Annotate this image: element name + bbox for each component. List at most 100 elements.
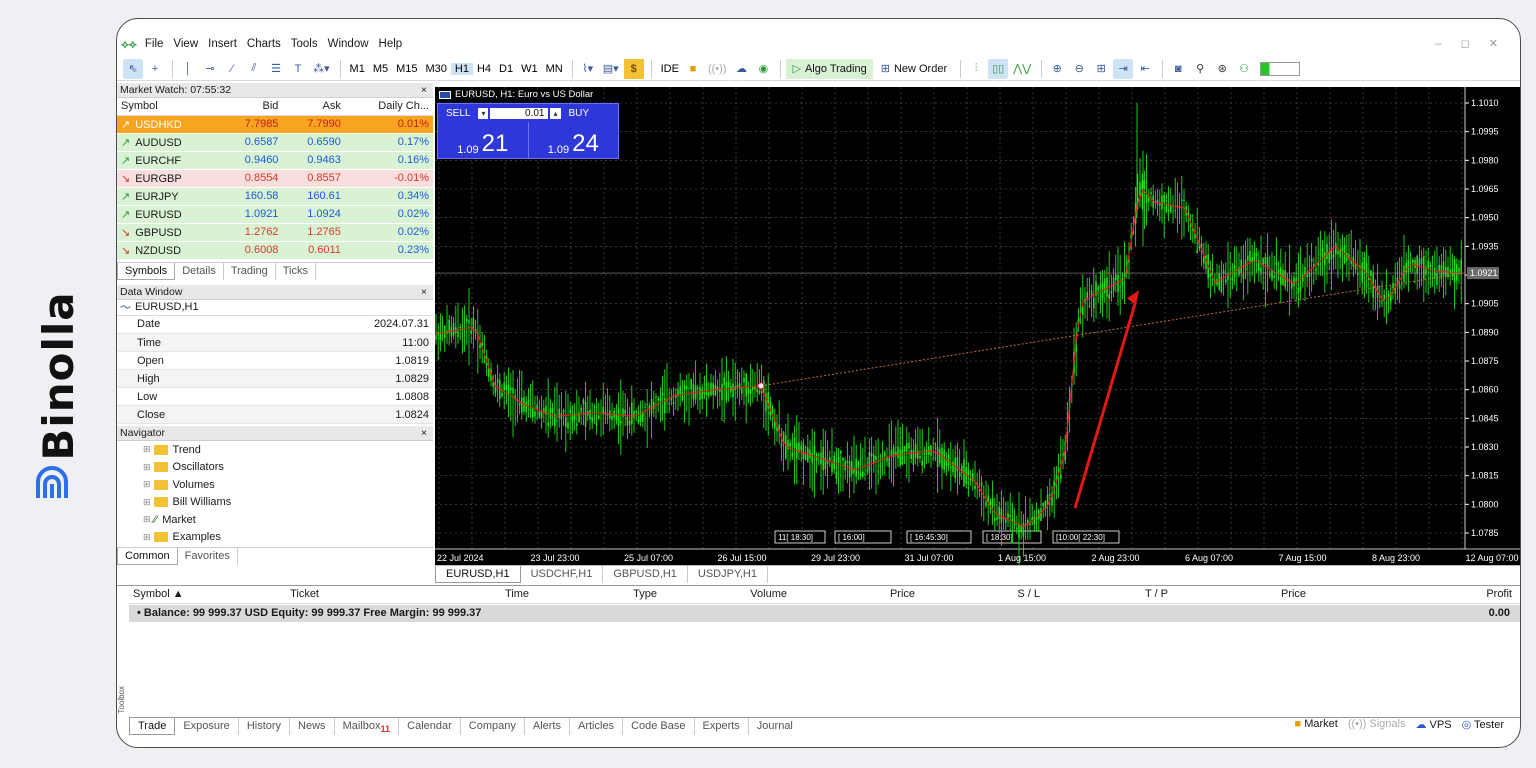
- bar-chart-icon[interactable]: ⫶: [966, 59, 986, 79]
- tab-trading[interactable]: Trading: [224, 262, 276, 280]
- cursor-icon[interactable]: ⇖: [123, 58, 143, 79]
- screenshot-icon[interactable]: ◙: [1168, 59, 1188, 79]
- tab-experts[interactable]: Experts: [695, 718, 749, 735]
- col-symbol[interactable]: Symbol ▲: [129, 588, 199, 603]
- trend-line-icon[interactable]: ⁄: [222, 59, 242, 79]
- status-vps[interactable]: ☁ VPS: [1415, 718, 1451, 731]
- timeframe-w1[interactable]: W1: [517, 63, 542, 75]
- col-daily-change[interactable]: Daily Ch...: [344, 98, 433, 116]
- buy-button[interactable]: BUY: [561, 108, 598, 119]
- expand-icon[interactable]: ⊞: [143, 479, 151, 490]
- menu-charts[interactable]: Charts: [247, 38, 281, 50]
- sell-button[interactable]: SELL: [438, 108, 478, 119]
- navigator-item[interactable]: ⊞ Bill Williams: [117, 494, 433, 512]
- navigator-item[interactable]: ⊞ Examples: [117, 529, 433, 547]
- status-signals[interactable]: ((•)) Signals: [1348, 718, 1406, 731]
- col-symbol[interactable]: Symbol: [117, 98, 220, 116]
- col-price-current[interactable]: Price: [1176, 588, 1314, 603]
- ide-button[interactable]: IDE: [657, 63, 683, 75]
- close-icon[interactable]: ×: [421, 426, 427, 441]
- menu-help[interactable]: Help: [379, 38, 403, 50]
- account-icon[interactable]: ⊛: [1212, 59, 1232, 79]
- navigator-item[interactable]: ⊞ Trend: [117, 441, 433, 459]
- connection-icon[interactable]: ⚇: [1234, 59, 1254, 79]
- navigator-item[interactable]: ⊞ ⁄⁄ Market: [117, 511, 433, 529]
- tab-favorites[interactable]: Favorites: [178, 548, 238, 565]
- menu-tools[interactable]: Tools: [291, 38, 318, 50]
- market-watch-row[interactable]: ↘ EURGBP 0.8554 0.8557 -0.01%: [117, 169, 433, 188]
- autoscroll-icon[interactable]: ⇥: [1113, 58, 1134, 79]
- col-profit[interactable]: Profit: [1314, 588, 1520, 603]
- status-tester[interactable]: ◎ Tester: [1462, 718, 1504, 731]
- expand-icon[interactable]: ⊞: [143, 462, 151, 473]
- lot-input[interactable]: 0.01: [490, 107, 549, 119]
- tab-alerts[interactable]: Alerts: [525, 718, 570, 735]
- col-volume[interactable]: Volume: [665, 588, 795, 603]
- tab-company[interactable]: Company: [461, 718, 525, 735]
- navigator-item[interactable]: ⊞ Oscillators: [117, 459, 433, 477]
- market-watch-row[interactable]: ↗ USDHKD 7.7985 7.7990 0.01%: [117, 115, 433, 134]
- col-bid[interactable]: Bid: [219, 98, 283, 116]
- line-chart-icon[interactable]: ⋀⋁: [1010, 59, 1034, 79]
- tab-common[interactable]: Common: [117, 548, 178, 565]
- dollar-icon[interactable]: $: [623, 58, 644, 79]
- col-price[interactable]: Price: [795, 588, 923, 603]
- window-controls[interactable]: – ◻ ✕: [1435, 37, 1506, 50]
- tab-trade[interactable]: Trade: [129, 718, 176, 735]
- tile-windows-icon[interactable]: ⊞: [1091, 59, 1111, 79]
- menu-view[interactable]: View: [173, 38, 198, 50]
- market-watch-row[interactable]: ↗ AUDUSD 0.6587 0.6590 0.17%: [117, 133, 433, 152]
- algo-trading-button[interactable]: ▷ Algo Trading: [786, 58, 873, 79]
- channel-icon[interactable]: ⫽: [244, 59, 264, 79]
- signals-icon[interactable]: ((•)): [705, 59, 730, 79]
- col-tp[interactable]: T / P: [1048, 588, 1176, 603]
- tab-history[interactable]: History: [239, 718, 291, 735]
- tab-calendar[interactable]: Calendar: [399, 718, 461, 735]
- tab-symbols[interactable]: Symbols: [117, 262, 176, 280]
- tab-articles[interactable]: Articles: [570, 718, 624, 735]
- timeframe-mn[interactable]: MN: [542, 63, 567, 75]
- market-watch-row[interactable]: ↗ EURJPY 160.58 160.61 0.34%: [117, 187, 433, 206]
- menu-window[interactable]: Window: [328, 38, 369, 50]
- horizontal-line-icon[interactable]: ⊸: [200, 59, 220, 79]
- close-icon[interactable]: ×: [421, 83, 427, 98]
- chart-tab-eurusd[interactable]: EURUSD,H1: [435, 566, 521, 583]
- tab-ticks[interactable]: Ticks: [276, 262, 316, 280]
- zoom-in-icon[interactable]: ⊕: [1047, 59, 1067, 79]
- timeframe-m30[interactable]: M30: [422, 63, 451, 75]
- zoom-out-icon[interactable]: ⊖: [1069, 59, 1089, 79]
- sell-price-button[interactable]: 1.09 21: [438, 122, 529, 158]
- vertical-line-icon[interactable]: │: [178, 59, 198, 79]
- cloud-icon[interactable]: ☁: [731, 59, 751, 79]
- chart-shift-icon[interactable]: ⇤: [1135, 59, 1155, 79]
- market-watch-row[interactable]: ↘ GBPUSD 1.2762 1.2765 0.02%: [117, 223, 433, 242]
- expand-icon[interactable]: ⊞: [143, 532, 151, 543]
- close-icon[interactable]: ×: [421, 285, 427, 300]
- fibonacci-icon[interactable]: ☰: [266, 59, 286, 79]
- col-sl[interactable]: S / L: [923, 588, 1048, 603]
- timeframe-m1[interactable]: M1: [346, 63, 369, 75]
- timeframe-m15[interactable]: M15: [392, 63, 421, 75]
- expand-icon[interactable]: ⊞: [143, 497, 151, 508]
- status-market[interactable]: ■ Market: [1294, 718, 1337, 731]
- navigator-item[interactable]: ⊞ Volumes: [117, 476, 433, 494]
- chart-type-icon[interactable]: ⌇▾: [578, 59, 598, 79]
- tab-details[interactable]: Details: [175, 262, 224, 280]
- price-chart[interactable]: 1.1010 1.0995 1.0980 1.0965 1.0950 1.0935 1.09…: [434, 87, 1520, 565]
- buy-price-button[interactable]: 1.09 24: [529, 122, 619, 158]
- tab-journal[interactable]: Journal: [749, 718, 801, 735]
- balance-row[interactable]: • Balance: 99 999.37 USD Equity: 99 999.…: [129, 605, 1520, 622]
- menu-insert[interactable]: Insert: [208, 38, 237, 50]
- market-watch-row[interactable]: ↗ EURUSD 1.0921 1.0924 0.02%: [117, 205, 433, 224]
- tab-news[interactable]: News: [290, 718, 335, 735]
- new-order-button[interactable]: ⊞ New Order: [875, 59, 953, 79]
- chart-tab-gbpusd[interactable]: GBPUSD,H1: [603, 566, 688, 583]
- tab-mailbox[interactable]: Mailbox11: [335, 718, 400, 735]
- market-watch-row[interactable]: ↗ EURCHF 0.9460 0.9463 0.16%: [117, 151, 433, 170]
- text-icon[interactable]: T: [288, 59, 308, 79]
- col-type[interactable]: Type: [537, 588, 665, 603]
- timeframe-h1[interactable]: H1: [450, 62, 473, 75]
- lot-up-icon[interactable]: ▴: [550, 107, 561, 119]
- chart-tab-usdjpy[interactable]: USDJPY,H1: [688, 566, 768, 583]
- col-time[interactable]: Time: [327, 588, 537, 603]
